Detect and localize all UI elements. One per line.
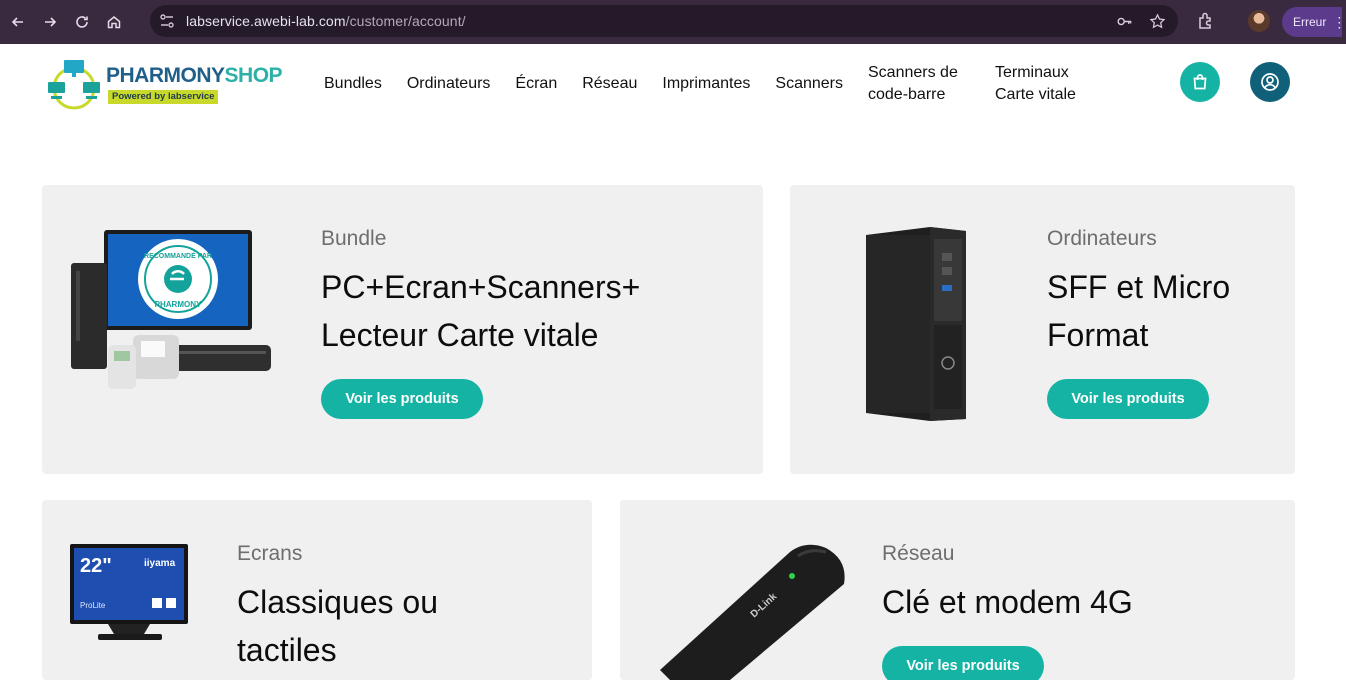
monitor-brand-text: iiyama <box>144 558 176 569</box>
pharmony-logo-icon <box>48 60 100 110</box>
card-title: Clé et modem 4G <box>882 584 1133 620</box>
nav-item-terminaux-carte-vitale[interactable]: Terminaux Carte vitale <box>995 62 1095 106</box>
main-nav: Bundles Ordinateurs Écran Réseau Imprima… <box>324 44 1095 124</box>
sff-pc-image <box>866 227 966 421</box>
view-products-button[interactable]: Voir les produits <box>321 379 483 419</box>
view-products-button[interactable]: Voir les produits <box>1047 379 1209 419</box>
card-category: Ordinateurs <box>1047 227 1157 250</box>
nav-item-scanners[interactable]: Scanners <box>775 73 843 95</box>
card-title: SFF et Micro Format <box>1047 263 1230 359</box>
nav-label-line2: Carte vitale <box>995 86 1076 103</box>
category-card-reseau: D-Link Réseau Clé et modem 4G Voir les p… <box>620 500 1295 680</box>
card-title-line2: Format <box>1047 317 1149 353</box>
card-title: PC+Ecran+Scanners+ Lecteur Carte vitale <box>321 263 640 359</box>
home-icon[interactable] <box>100 8 128 36</box>
badge-text-recommande: RECOMMANDÉ PAR <box>144 251 212 260</box>
reload-icon[interactable] <box>68 8 96 36</box>
extensions-icon[interactable] <box>1195 10 1217 32</box>
category-card-bundle: RECOMMANDÉ PAR PHARMONY Bundle PC+Ecran+… <box>42 185 763 474</box>
site-header: PHARMONYSHOP Powered by labservice Bundl… <box>0 44 1346 124</box>
site-logo[interactable]: PHARMONYSHOP Powered by labservice <box>46 58 283 112</box>
bookmark-star-icon[interactable] <box>1149 12 1166 30</box>
category-card-ordinateurs: Ordinateurs SFF et Micro Format Voir les … <box>790 185 1295 474</box>
nav-label-line2: code-barre <box>868 86 946 103</box>
browser-toolbar: labservice.awebi-lab.com/customer/accoun… <box>0 0 1346 44</box>
nav-label-line1: Scanners de <box>868 64 958 81</box>
card-category: Ecrans <box>237 542 303 565</box>
bundle-product-image: RECOMMANDÉ PAR PHARMONY <box>71 230 271 389</box>
more-menu-icon[interactable]: ⋮ <box>1332 15 1346 29</box>
brand-name: PHARMONYSHOP <box>106 64 283 88</box>
url-text[interactable]: labservice.awebi-lab.com/customer/accoun… <box>186 13 466 29</box>
monitor-model-text: ProLite <box>80 601 106 610</box>
nav-item-ordinateurs[interactable]: Ordinateurs <box>407 73 491 95</box>
nav-item-imprimantes[interactable]: Imprimantes <box>662 73 750 95</box>
nav-item-scanners-code-barre[interactable]: Scanners de code-barre <box>868 62 970 106</box>
profile-avatar[interactable] <box>1248 10 1270 32</box>
brand-part2: SHOP <box>224 64 283 87</box>
nav-item-bundles[interactable]: Bundles <box>324 73 382 95</box>
shopping-bag-icon <box>1193 74 1207 90</box>
user-circle-icon <box>1261 73 1279 91</box>
brand-part1: PHARMONY <box>106 64 225 87</box>
monitor-size-text: 22" <box>80 555 112 577</box>
card-title-line2: tactiles <box>237 632 337 668</box>
card-title-line1: SFF et Micro <box>1047 269 1231 305</box>
monitor-image: 22" iiyama ProLite <box>70 544 188 640</box>
card-title: Classiques ou tactiles <box>237 578 438 674</box>
forward-icon[interactable] <box>36 8 64 36</box>
nav-label-line1: Terminaux <box>995 64 1069 81</box>
usb-4g-modem-image: D-Link <box>660 544 845 680</box>
site-info-icon[interactable] <box>158 12 176 30</box>
error-label: Erreur <box>1293 15 1327 29</box>
card-title-line1: Classiques ou <box>237 584 438 620</box>
nav-item-reseau[interactable]: Réseau <box>582 73 637 95</box>
url-path: /customer/account/ <box>345 13 466 29</box>
password-key-icon[interactable] <box>1116 13 1133 30</box>
nav-item-ecran[interactable]: Écran <box>515 73 557 95</box>
url-host: labservice.awebi-lab.com <box>186 13 346 29</box>
card-category: Réseau <box>882 542 955 565</box>
category-card-ecrans: 22" iiyama ProLite Ecrans Classiques ou t… <box>42 500 592 680</box>
card-title-line2: Lecteur Carte vitale <box>321 317 599 353</box>
cart-button[interactable] <box>1180 62 1220 102</box>
back-icon[interactable] <box>4 8 32 36</box>
account-button[interactable] <box>1250 62 1290 102</box>
error-badge[interactable]: Erreur ⋮ <box>1282 7 1346 37</box>
card-title-line1: PC+Ecran+Scanners+ <box>321 269 641 305</box>
address-bar[interactable]: labservice.awebi-lab.com/customer/accoun… <box>150 5 1178 37</box>
badge-text-pharmony: PHARMONY <box>155 300 202 309</box>
view-products-button[interactable]: Voir les produits <box>882 646 1044 680</box>
brand-tagline: Powered by labservice <box>108 90 219 104</box>
card-category: Bundle <box>321 227 387 250</box>
